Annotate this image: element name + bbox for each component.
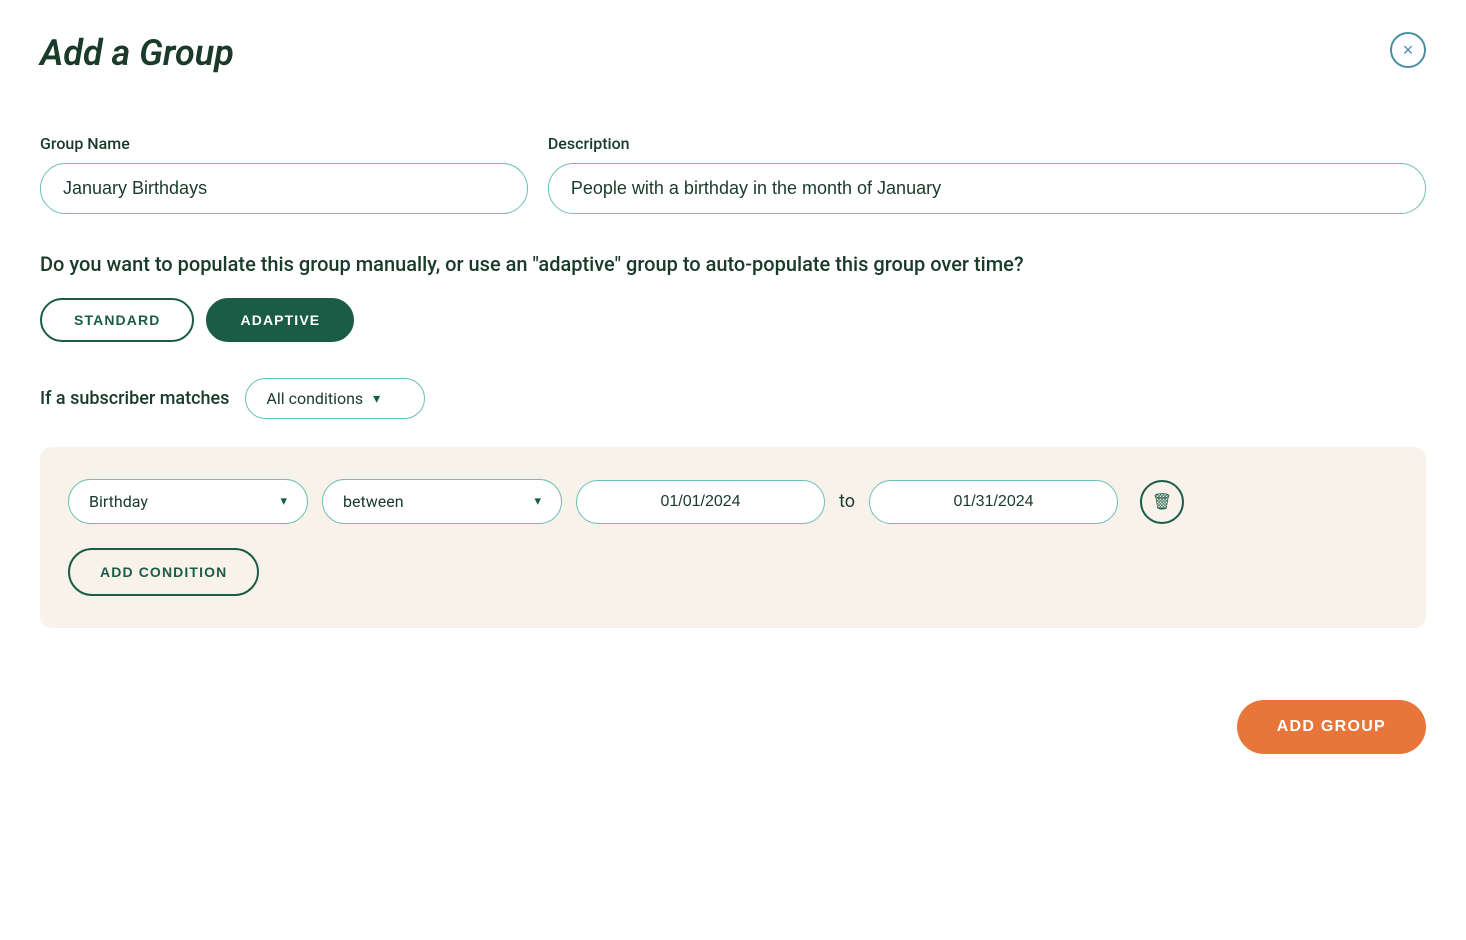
group-name-input[interactable] (40, 163, 528, 214)
adaptive-toggle-button[interactable]: ADAPTIVE (206, 298, 354, 342)
condition-date-from-input[interactable] (576, 480, 825, 524)
condition-operator-value: between (343, 492, 404, 511)
conditions-area: Birthday ▾ between ▾ to 🗑 ADD CONDITION (40, 447, 1426, 628)
trash-icon: 🗑 (1152, 492, 1172, 512)
description-label: Description (548, 134, 1426, 153)
condition-date-to-input[interactable] (869, 480, 1118, 524)
condition-to-label: to (839, 491, 855, 512)
condition-field-dropdown[interactable]: Birthday ▾ (68, 479, 308, 524)
condition-field-value: Birthday (89, 492, 148, 511)
standard-toggle-button[interactable]: STANDARD (40, 298, 194, 342)
subscriber-matches-label: If a subscriber matches (40, 388, 229, 409)
description-input[interactable] (548, 163, 1426, 214)
conditions-dropdown-arrow-icon: ▾ (373, 391, 380, 407)
close-button[interactable]: × (1390, 32, 1426, 68)
add-group-button[interactable]: ADD GROUP (1237, 700, 1426, 754)
delete-condition-button[interactable]: 🗑 (1140, 480, 1184, 524)
condition-row: Birthday ▾ between ▾ to 🗑 (68, 479, 1398, 524)
adaptive-question-text: Do you want to populate this group manua… (40, 250, 1426, 278)
conditions-dropdown[interactable]: All conditions ▾ (245, 378, 425, 419)
page-title: Add a Group (40, 32, 234, 74)
condition-operator-dropdown[interactable]: between ▾ (322, 479, 562, 524)
condition-operator-arrow-icon: ▾ (534, 494, 541, 509)
condition-field-arrow-icon: ▾ (280, 494, 287, 509)
add-condition-button[interactable]: ADD CONDITION (68, 548, 259, 596)
conditions-value: All conditions (266, 389, 363, 408)
group-name-label: Group Name (40, 134, 528, 153)
